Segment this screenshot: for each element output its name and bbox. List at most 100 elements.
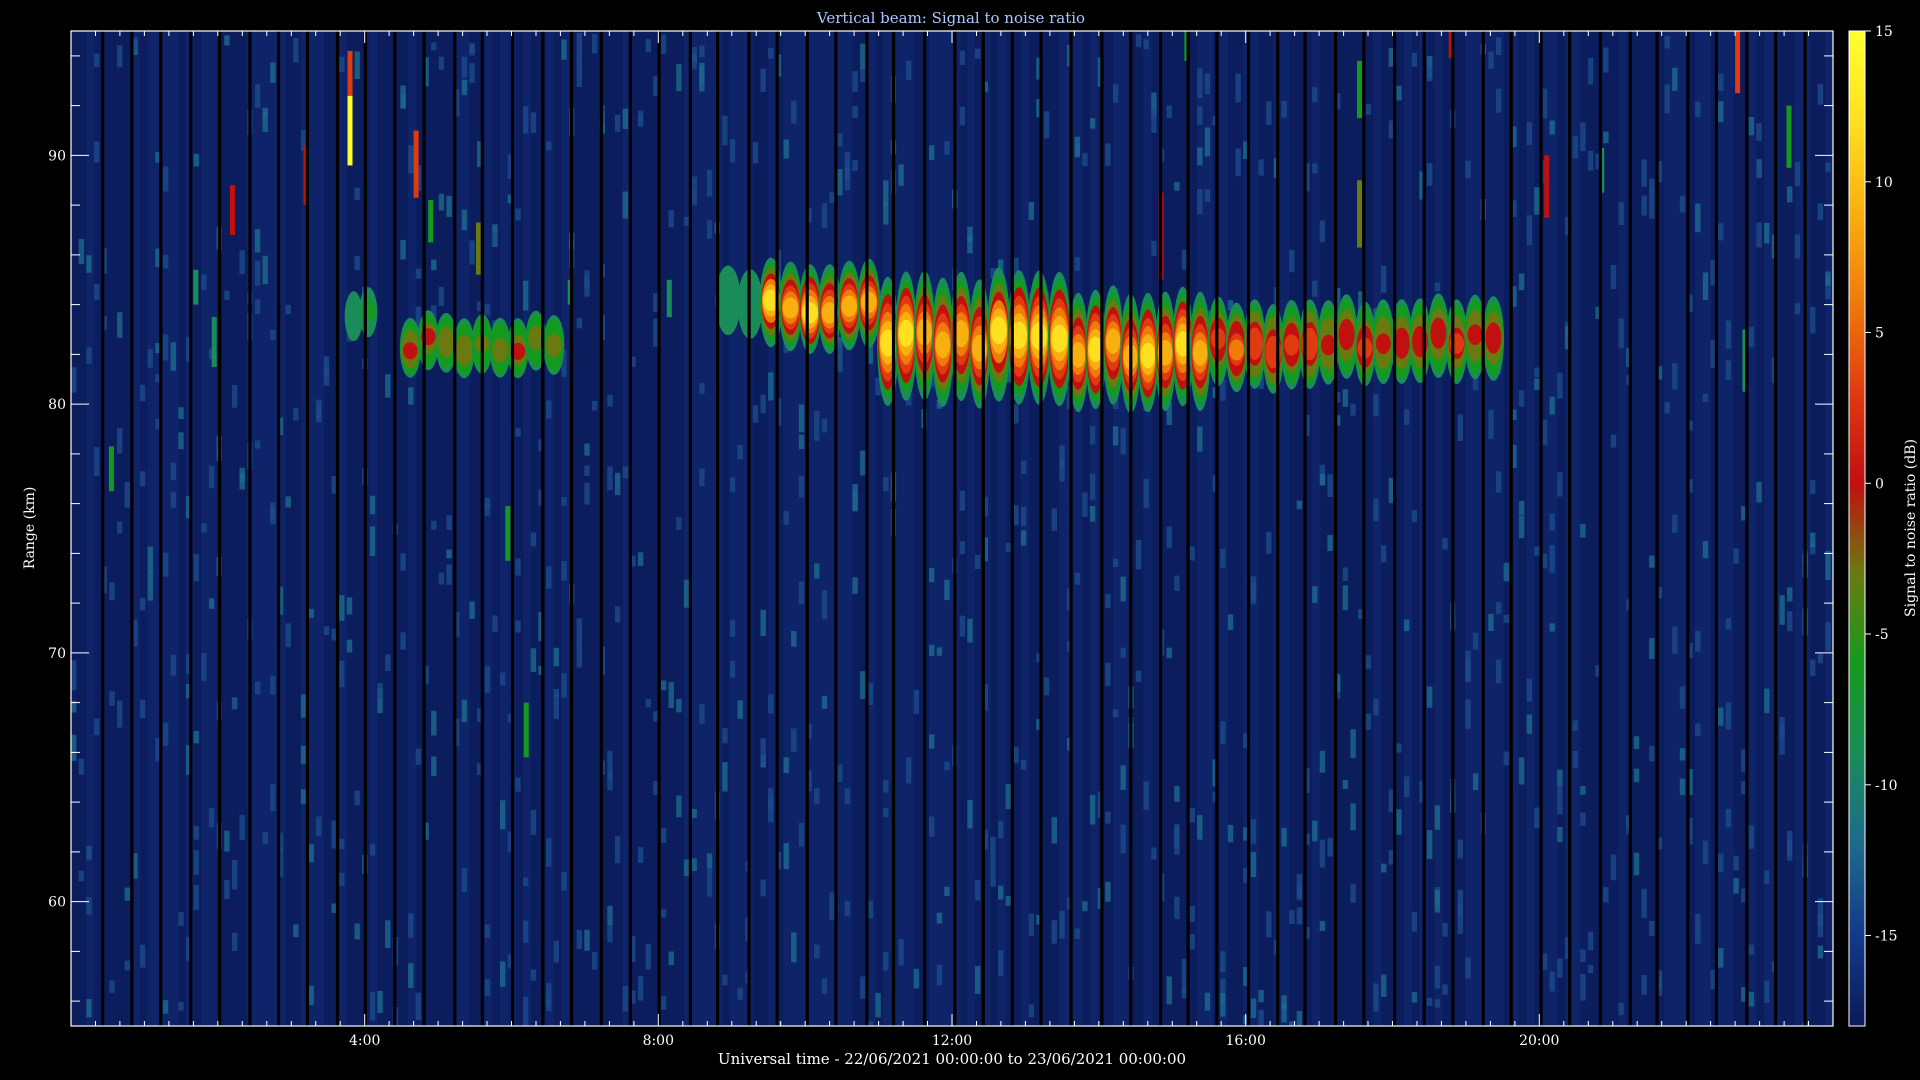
noise-speckle bbox=[898, 164, 904, 186]
noise-speckle bbox=[117, 521, 123, 534]
noise-speckle bbox=[162, 166, 169, 192]
noise-speckle bbox=[637, 552, 644, 566]
noise-column bbox=[929, 31, 938, 1026]
noise-speckle bbox=[193, 885, 199, 911]
noise-speckle bbox=[1028, 202, 1034, 220]
noise-speckle bbox=[1051, 817, 1057, 844]
noise-speckle bbox=[86, 255, 92, 273]
noise-speckle bbox=[1189, 934, 1195, 950]
noise-speckle bbox=[193, 850, 199, 875]
noise-column bbox=[1787, 31, 1796, 1026]
noise-column bbox=[1587, 31, 1597, 1026]
noise-speckle bbox=[959, 490, 966, 511]
noise-speckle bbox=[729, 660, 736, 678]
noise-speckle bbox=[706, 220, 713, 239]
noise-speckle bbox=[1220, 951, 1226, 973]
data-gap bbox=[453, 31, 457, 1026]
noise-speckle bbox=[1649, 638, 1655, 660]
noise-speckle bbox=[752, 1025, 759, 1026]
noise-speckle bbox=[431, 710, 437, 736]
noise-speckle bbox=[1235, 148, 1241, 177]
noise-speckle bbox=[1549, 545, 1555, 574]
noise-speckle bbox=[1365, 713, 1372, 730]
data-gap bbox=[277, 31, 281, 1026]
y-axis-tick-labels: 60 70 80 90 bbox=[48, 148, 66, 910]
noise-column bbox=[147, 31, 156, 1026]
noise-speckle bbox=[446, 195, 452, 217]
noise-speckle bbox=[1043, 111, 1050, 139]
noise-column bbox=[1082, 31, 1091, 1026]
noise-speckle bbox=[1166, 976, 1172, 1005]
noise-speckle bbox=[1817, 945, 1824, 959]
noise-speckle bbox=[1549, 971, 1555, 992]
noise-speckle bbox=[1151, 847, 1157, 860]
noise-speckle bbox=[1748, 117, 1755, 136]
noise-speckle bbox=[783, 843, 789, 869]
noise-column bbox=[469, 31, 478, 1026]
noise-column bbox=[1718, 31, 1727, 1026]
noise-speckle bbox=[1319, 750, 1326, 773]
noise-speckle bbox=[369, 495, 376, 515]
isolated-echo bbox=[1357, 60, 1362, 119]
noise-speckle bbox=[1465, 160, 1471, 179]
data-gap bbox=[189, 31, 193, 1026]
noise-column bbox=[400, 31, 409, 1026]
noise-speckle bbox=[1174, 785, 1180, 802]
noise-column bbox=[1702, 31, 1711, 1026]
noise-speckle bbox=[117, 700, 123, 728]
noise-column bbox=[1013, 31, 1022, 1026]
noise-speckle bbox=[1557, 472, 1563, 497]
noise-speckle bbox=[944, 579, 950, 601]
data-gap bbox=[1568, 31, 1572, 1026]
noise-speckle bbox=[1748, 825, 1755, 849]
noise-speckle bbox=[1557, 958, 1563, 978]
noise-speckle bbox=[193, 730, 199, 744]
data-gap bbox=[1303, 31, 1307, 1026]
noise-speckle bbox=[1825, 550, 1831, 580]
noise-speckle bbox=[461, 868, 468, 893]
noise-speckle bbox=[1725, 808, 1732, 828]
noise-speckle bbox=[71, 734, 77, 761]
noise-speckle bbox=[1089, 426, 1096, 445]
x-tick-label: 16:00 bbox=[1226, 1033, 1266, 1049]
noise-column bbox=[1373, 31, 1382, 1026]
noise-speckle bbox=[760, 609, 766, 637]
noise-speckle bbox=[492, 615, 498, 632]
noise-column bbox=[1105, 31, 1114, 1026]
noise-speckle bbox=[1250, 998, 1257, 1019]
noise-speckle bbox=[308, 985, 314, 1005]
noise-speckle bbox=[1197, 815, 1203, 840]
noise-speckle bbox=[1396, 85, 1402, 101]
noise-speckle bbox=[760, 394, 766, 414]
noise-speckle bbox=[1327, 534, 1333, 551]
noise-column bbox=[645, 31, 654, 1026]
noise-speckle bbox=[1649, 555, 1655, 568]
noise-speckle bbox=[1227, 824, 1234, 843]
noise-speckle bbox=[814, 944, 820, 959]
noise-speckle bbox=[791, 631, 797, 647]
noise-speckle bbox=[1518, 273, 1525, 291]
noise-column bbox=[1289, 31, 1298, 1026]
noise-speckle bbox=[530, 969, 537, 981]
noise-column bbox=[308, 31, 317, 1026]
noise-speckle bbox=[1020, 460, 1027, 474]
noise-speckle bbox=[676, 517, 682, 530]
noise-speckle bbox=[798, 581, 805, 605]
noise-speckle bbox=[1787, 611, 1793, 632]
noise-speckle bbox=[1756, 222, 1762, 248]
noise-speckle bbox=[760, 879, 766, 897]
noise-speckle bbox=[660, 828, 667, 843]
noise-speckle bbox=[1266, 531, 1272, 554]
noise-speckle bbox=[768, 797, 774, 823]
noise-speckle bbox=[699, 383, 705, 394]
noise-speckle bbox=[500, 800, 506, 830]
noise-column bbox=[1411, 31, 1420, 1026]
noise-column bbox=[875, 31, 884, 1026]
noise-speckle bbox=[829, 192, 835, 203]
noise-speckle bbox=[798, 822, 805, 847]
noise-speckle bbox=[729, 139, 736, 163]
echo-cell bbox=[1486, 327, 1501, 349]
noise-speckle bbox=[1174, 896, 1180, 920]
noise-speckle bbox=[178, 407, 184, 419]
noise-column bbox=[316, 31, 325, 1026]
